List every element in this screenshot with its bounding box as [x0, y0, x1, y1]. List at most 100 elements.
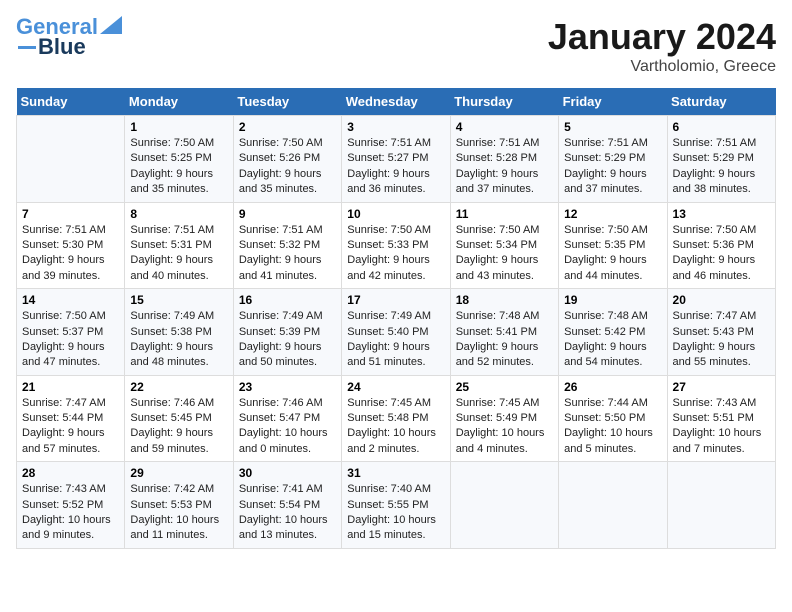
day-number: 23 — [239, 380, 336, 394]
col-header-sunday: Sunday — [17, 88, 125, 116]
page-header: General Blue January 2024 Vartholomio, G… — [16, 16, 776, 76]
calendar-cell: 11 Sunrise: 7:50 AMSunset: 5:34 PMDayligh… — [450, 202, 558, 289]
day-number: 14 — [22, 293, 119, 307]
logo-blue: Blue — [38, 36, 86, 58]
cell-content: Sunrise: 7:51 AMSunset: 5:27 PMDaylight:… — [347, 136, 444, 198]
calendar-header-row: SundayMondayTuesdayWednesdayThursdayFrid… — [17, 88, 776, 116]
day-number: 26 — [564, 380, 661, 394]
cell-content: Sunrise: 7:45 AMSunset: 5:48 PMDaylight:… — [347, 396, 444, 458]
col-header-friday: Friday — [559, 88, 667, 116]
day-number: 18 — [456, 293, 553, 307]
calendar-cell — [667, 462, 775, 549]
calendar-cell: 7 Sunrise: 7:51 AMSunset: 5:30 PMDaylight… — [17, 202, 125, 289]
calendar-cell: 29Sunrise: 7:42 AMSunset: 5:53 PMDayligh… — [125, 462, 233, 549]
cell-content: Sunrise: 7:48 AMSunset: 5:42 PMDaylight:… — [564, 309, 661, 371]
col-header-thursday: Thursday — [450, 88, 558, 116]
title-block: January 2024 Vartholomio, Greece — [548, 16, 776, 76]
cell-content: Sunrise: 7:50 AMSunset: 5:26 PMDaylight:… — [239, 136, 336, 198]
calendar-cell — [559, 462, 667, 549]
day-number: 22 — [130, 380, 227, 394]
day-number: 10 — [347, 207, 444, 221]
logo-arrow-icon — [100, 16, 122, 34]
cell-content: Sunrise: 7:43 AMSunset: 5:51 PMDaylight:… — [673, 396, 770, 458]
calendar-cell: 28Sunrise: 7:43 AMSunset: 5:52 PMDayligh… — [17, 462, 125, 549]
day-number: 2 — [239, 120, 336, 134]
cell-content: Sunrise: 7:49 AMSunset: 5:40 PMDaylight:… — [347, 309, 444, 371]
cell-content: Sunrise: 7:47 AMSunset: 5:44 PMDaylight:… — [22, 396, 119, 458]
cell-content: Sunrise: 7:51 AMSunset: 5:31 PMDaylight:… — [130, 223, 227, 285]
day-number: 4 — [456, 120, 553, 134]
calendar-cell: 13Sunrise: 7:50 AMSunset: 5:36 PMDayligh… — [667, 202, 775, 289]
day-number: 9 — [239, 207, 336, 221]
calendar-cell: 5 Sunrise: 7:51 AMSunset: 5:29 PMDaylight… — [559, 116, 667, 203]
calendar-cell: 4 Sunrise: 7:51 AMSunset: 5:28 PMDaylight… — [450, 116, 558, 203]
cell-content: Sunrise: 7:51 AMSunset: 5:29 PMDaylight:… — [673, 136, 770, 198]
col-header-saturday: Saturday — [667, 88, 775, 116]
cell-content: Sunrise: 7:49 AMSunset: 5:38 PMDaylight:… — [130, 309, 227, 371]
cell-content: Sunrise: 7:46 AMSunset: 5:47 PMDaylight:… — [239, 396, 336, 458]
col-header-monday: Monday — [125, 88, 233, 116]
day-number: 12 — [564, 207, 661, 221]
cell-content: Sunrise: 7:44 AMSunset: 5:50 PMDaylight:… — [564, 396, 661, 458]
cell-content: Sunrise: 7:41 AMSunset: 5:54 PMDaylight:… — [239, 482, 336, 544]
day-number: 27 — [673, 380, 770, 394]
calendar-cell: 23 Sunrise: 7:46 AMSunset: 5:47 PMDayligh… — [233, 375, 341, 462]
calendar-table: SundayMondayTuesdayWednesdayThursdayFrid… — [16, 88, 776, 549]
calendar-cell: 22 Sunrise: 7:46 AMSunset: 5:45 PMDayligh… — [125, 375, 233, 462]
day-number: 30 — [239, 466, 336, 480]
calendar-cell: 6 Sunrise: 7:51 AMSunset: 5:29 PMDaylight… — [667, 116, 775, 203]
cell-content: Sunrise: 7:43 AMSunset: 5:52 PMDaylight:… — [22, 482, 119, 544]
cell-content: Sunrise: 7:51 AMSunset: 5:30 PMDaylight:… — [22, 223, 119, 285]
cell-content: Sunrise: 7:50 AMSunset: 5:36 PMDaylight:… — [673, 223, 770, 285]
calendar-cell: 2 Sunrise: 7:50 AMSunset: 5:26 PMDaylight… — [233, 116, 341, 203]
calendar-cell: 19Sunrise: 7:48 AMSunset: 5:42 PMDayligh… — [559, 289, 667, 376]
day-number: 20 — [673, 293, 770, 307]
calendar-cell: 1 Sunrise: 7:50 AMSunset: 5:25 PMDaylight… — [125, 116, 233, 203]
calendar-cell: 9 Sunrise: 7:51 AMSunset: 5:32 PMDaylight… — [233, 202, 341, 289]
calendar-cell — [450, 462, 558, 549]
calendar-cell: 25 Sunrise: 7:45 AMSunset: 5:49 PMDayligh… — [450, 375, 558, 462]
cell-content: Sunrise: 7:51 AMSunset: 5:29 PMDaylight:… — [564, 136, 661, 198]
calendar-cell: 24 Sunrise: 7:45 AMSunset: 5:48 PMDayligh… — [342, 375, 450, 462]
cell-content: Sunrise: 7:48 AMSunset: 5:41 PMDaylight:… — [456, 309, 553, 371]
calendar-cell: 14 Sunrise: 7:50 AMSunset: 5:37 PMDayligh… — [17, 289, 125, 376]
day-number: 6 — [673, 120, 770, 134]
day-number: 5 — [564, 120, 661, 134]
cell-content: Sunrise: 7:50 AMSunset: 5:37 PMDaylight:… — [22, 309, 119, 371]
page-title: January 2024 — [548, 16, 776, 58]
cell-content: Sunrise: 7:45 AMSunset: 5:49 PMDaylight:… — [456, 396, 553, 458]
cell-content: Sunrise: 7:50 AMSunset: 5:34 PMDaylight:… — [456, 223, 553, 285]
calendar-cell: 3Sunrise: 7:51 AMSunset: 5:27 PMDaylight… — [342, 116, 450, 203]
calendar-cell: 10 Sunrise: 7:50 AMSunset: 5:33 PMDayligh… — [342, 202, 450, 289]
day-number: 25 — [456, 380, 553, 394]
calendar-cell: 30 Sunrise: 7:41 AMSunset: 5:54 PMDayligh… — [233, 462, 341, 549]
day-number: 29 — [130, 466, 227, 480]
calendar-cell: 8Sunrise: 7:51 AMSunset: 5:31 PMDaylight… — [125, 202, 233, 289]
calendar-cell: 31Sunrise: 7:40 AMSunset: 5:55 PMDayligh… — [342, 462, 450, 549]
calendar-cell: 20Sunrise: 7:47 AMSunset: 5:43 PMDayligh… — [667, 289, 775, 376]
cell-content: Sunrise: 7:50 AMSunset: 5:33 PMDaylight:… — [347, 223, 444, 285]
day-number: 7 — [22, 207, 119, 221]
calendar-week-row: 28Sunrise: 7:43 AMSunset: 5:52 PMDayligh… — [17, 462, 776, 549]
cell-content: Sunrise: 7:51 AMSunset: 5:32 PMDaylight:… — [239, 223, 336, 285]
day-number: 16 — [239, 293, 336, 307]
cell-content: Sunrise: 7:46 AMSunset: 5:45 PMDaylight:… — [130, 396, 227, 458]
day-number: 11 — [456, 207, 553, 221]
calendar-cell: 17Sunrise: 7:49 AMSunset: 5:40 PMDayligh… — [342, 289, 450, 376]
calendar-week-row: 14 Sunrise: 7:50 AMSunset: 5:37 PMDayligh… — [17, 289, 776, 376]
cell-content: Sunrise: 7:40 AMSunset: 5:55 PMDaylight:… — [347, 482, 444, 544]
calendar-week-row: 7 Sunrise: 7:51 AMSunset: 5:30 PMDaylight… — [17, 202, 776, 289]
day-number: 1 — [130, 120, 227, 134]
day-number: 24 — [347, 380, 444, 394]
calendar-week-row: 21 Sunrise: 7:47 AMSunset: 5:44 PMDayligh… — [17, 375, 776, 462]
calendar-cell — [17, 116, 125, 203]
day-number: 15 — [130, 293, 227, 307]
cell-content: Sunrise: 7:50 AMSunset: 5:35 PMDaylight:… — [564, 223, 661, 285]
calendar-cell: 26 Sunrise: 7:44 AMSunset: 5:50 PMDayligh… — [559, 375, 667, 462]
cell-content: Sunrise: 7:50 AMSunset: 5:25 PMDaylight:… — [130, 136, 227, 198]
day-number: 21 — [22, 380, 119, 394]
calendar-cell: 27 Sunrise: 7:43 AMSunset: 5:51 PMDayligh… — [667, 375, 775, 462]
calendar-cell: 12 Sunrise: 7:50 AMSunset: 5:35 PMDayligh… — [559, 202, 667, 289]
cell-content: Sunrise: 7:51 AMSunset: 5:28 PMDaylight:… — [456, 136, 553, 198]
calendar-cell: 16Sunrise: 7:49 AMSunset: 5:39 PMDayligh… — [233, 289, 341, 376]
